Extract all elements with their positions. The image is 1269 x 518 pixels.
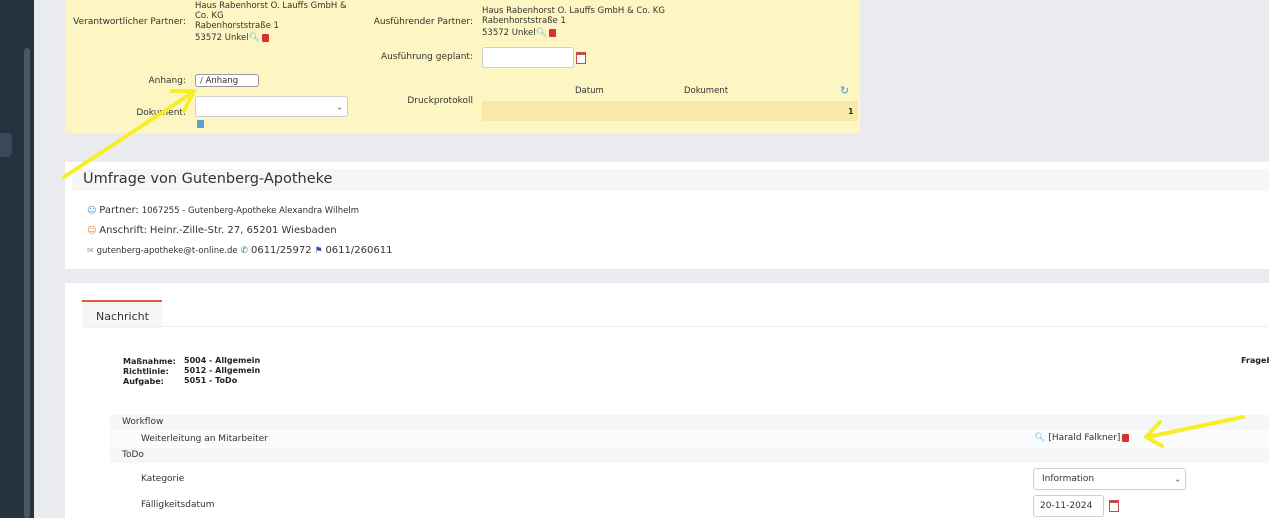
calendar-icon[interactable]: [576, 52, 586, 64]
todo-label: ToDo: [122, 450, 144, 460]
sidebar: [0, 0, 34, 518]
questionnaire-truncated: Frageb: [1241, 356, 1269, 365]
planned-execution-label: Ausführung geplant:: [380, 52, 473, 62]
forward-employee[interactable]: [Harald Falkner]: [1048, 433, 1120, 443]
category-select-value: Information: [1042, 474, 1095, 484]
task-value: 5051 - ToDo: [184, 376, 238, 385]
planned-execution-input[interactable]: [482, 47, 574, 68]
email-link[interactable]: gutenberg-apotheke@t-online.de: [97, 246, 238, 256]
sidebar-scrollbar[interactable]: [24, 48, 30, 518]
attachment-button-label: Anhang: [205, 76, 239, 86]
tab-bar-divider: [82, 326, 1269, 327]
annotation-arrow-left-icon: [62, 89, 196, 179]
search-icon[interactable]: 🔍︎: [536, 28, 547, 38]
print-protocol-row: [482, 101, 858, 121]
chevron-down-icon: ⌄: [336, 102, 343, 111]
workflow-label: Workflow: [122, 417, 164, 427]
workflow-section-header: Workflow: [110, 415, 1269, 430]
address-line: ☺ Anschrift: Heinr.-Zille-Str. 27, 65201…: [87, 225, 337, 236]
forward-label: Weiterleitung an Mitarbeiter: [141, 434, 268, 444]
executing-partner-name: Haus Rabenhorst O. Lauffs GmbH & Co. KG: [482, 6, 665, 16]
delete-icon[interactable]: [1122, 433, 1130, 442]
print-protocol-count: 1: [848, 107, 854, 116]
measure-label: Maßnahme:: [123, 357, 176, 366]
guideline-label: Richtlinie:: [123, 367, 169, 376]
executing-partner-address: Haus Rabenhorst O. Lauffs GmbH & Co. KG …: [482, 6, 665, 38]
person-icon: ☺: [87, 206, 97, 216]
print-col-date: Datum: [575, 86, 604, 96]
meta-labels: Maßnahme: Richtlinie: Aufgabe:: [123, 357, 176, 387]
responsible-partner-address: Haus Rabenhorst O. Lauffs GmbH & Co. KG …: [195, 1, 347, 43]
address-label: Anschrift:: [99, 225, 148, 236]
due-date-label: Fälligkeitsdatum: [141, 500, 215, 510]
refresh-icon[interactable]: ↻: [840, 84, 849, 97]
guideline-value: 5012 - Allgemein: [184, 366, 261, 375]
location-person-icon: ☺: [87, 226, 97, 236]
partner-line: ☺ Partner: 1067255 - Gutenberg-Apotheke …: [87, 205, 359, 216]
task-label: Aufgabe:: [123, 377, 164, 386]
executing-partner-street: Rabenhorststraße 1: [482, 16, 566, 26]
forward-value: 🔍︎ [Harald Falkner]: [1034, 433, 1130, 443]
phone-number[interactable]: 0611/25972: [251, 245, 312, 256]
category-select[interactable]: Information ⌄: [1033, 468, 1186, 490]
todo-section-header: ToDo: [110, 448, 1269, 463]
measure-value: 5004 - Allgemein: [184, 356, 261, 365]
due-date-value: 20-11-2024: [1040, 501, 1093, 511]
executing-partner-city: 53572 Unkel: [482, 28, 536, 38]
search-icon[interactable]: 🔍︎: [249, 33, 260, 43]
due-date-input[interactable]: 20-11-2024: [1033, 495, 1104, 517]
annotation-arrow-right-icon: [1144, 415, 1245, 448]
responsible-partner-name-line1: Haus Rabenhorst O. Lauffs GmbH &: [195, 1, 347, 11]
calendar-icon[interactable]: [1109, 500, 1119, 512]
category-label: Kategorie: [141, 474, 185, 484]
delete-icon[interactable]: [549, 28, 556, 37]
partner-label: Partner:: [99, 205, 139, 216]
responsible-partner-city: 53572 Unkel: [195, 33, 249, 43]
print-col-document: Dokument: [684, 86, 729, 96]
fax-number: 0611/260611: [325, 245, 393, 256]
meta-values: 5004 - Allgemein 5012 - Allgemein 5051 -…: [184, 356, 260, 386]
fax-icon: ⚑: [314, 246, 323, 256]
responsible-partner-label: Verantwortlicher Partner:: [73, 17, 186, 27]
address-value: Heinr.-Zille-Str. 27, 65201 Wiesbaden: [149, 225, 337, 236]
delete-icon[interactable]: [262, 33, 269, 42]
responsible-partner-street: Rabenhorststraße 1: [195, 21, 279, 31]
tab-nachricht-label: Nachricht: [96, 310, 149, 323]
document-select[interactable]: ⌄: [195, 96, 348, 117]
phone-icon: ✆: [240, 246, 249, 256]
executing-partner-label: Ausführender Partner:: [373, 17, 473, 27]
responsible-partner-name-line2: Co. KG: [195, 11, 224, 21]
partner-value[interactable]: 1067255 - Gutenberg-Apotheke Alexandra W…: [142, 206, 359, 216]
contact-line: ✉ gutenberg-apotheke@t-online.de ✆ 0611/…: [87, 245, 392, 256]
search-icon[interactable]: 🔍︎: [1034, 433, 1045, 443]
print-protocol-label: Druckprotokoll: [407, 96, 473, 106]
mail-icon: ✉: [87, 246, 94, 255]
sidebar-active-item[interactable]: [0, 133, 12, 157]
chevron-down-icon: ⌄: [1174, 474, 1181, 484]
